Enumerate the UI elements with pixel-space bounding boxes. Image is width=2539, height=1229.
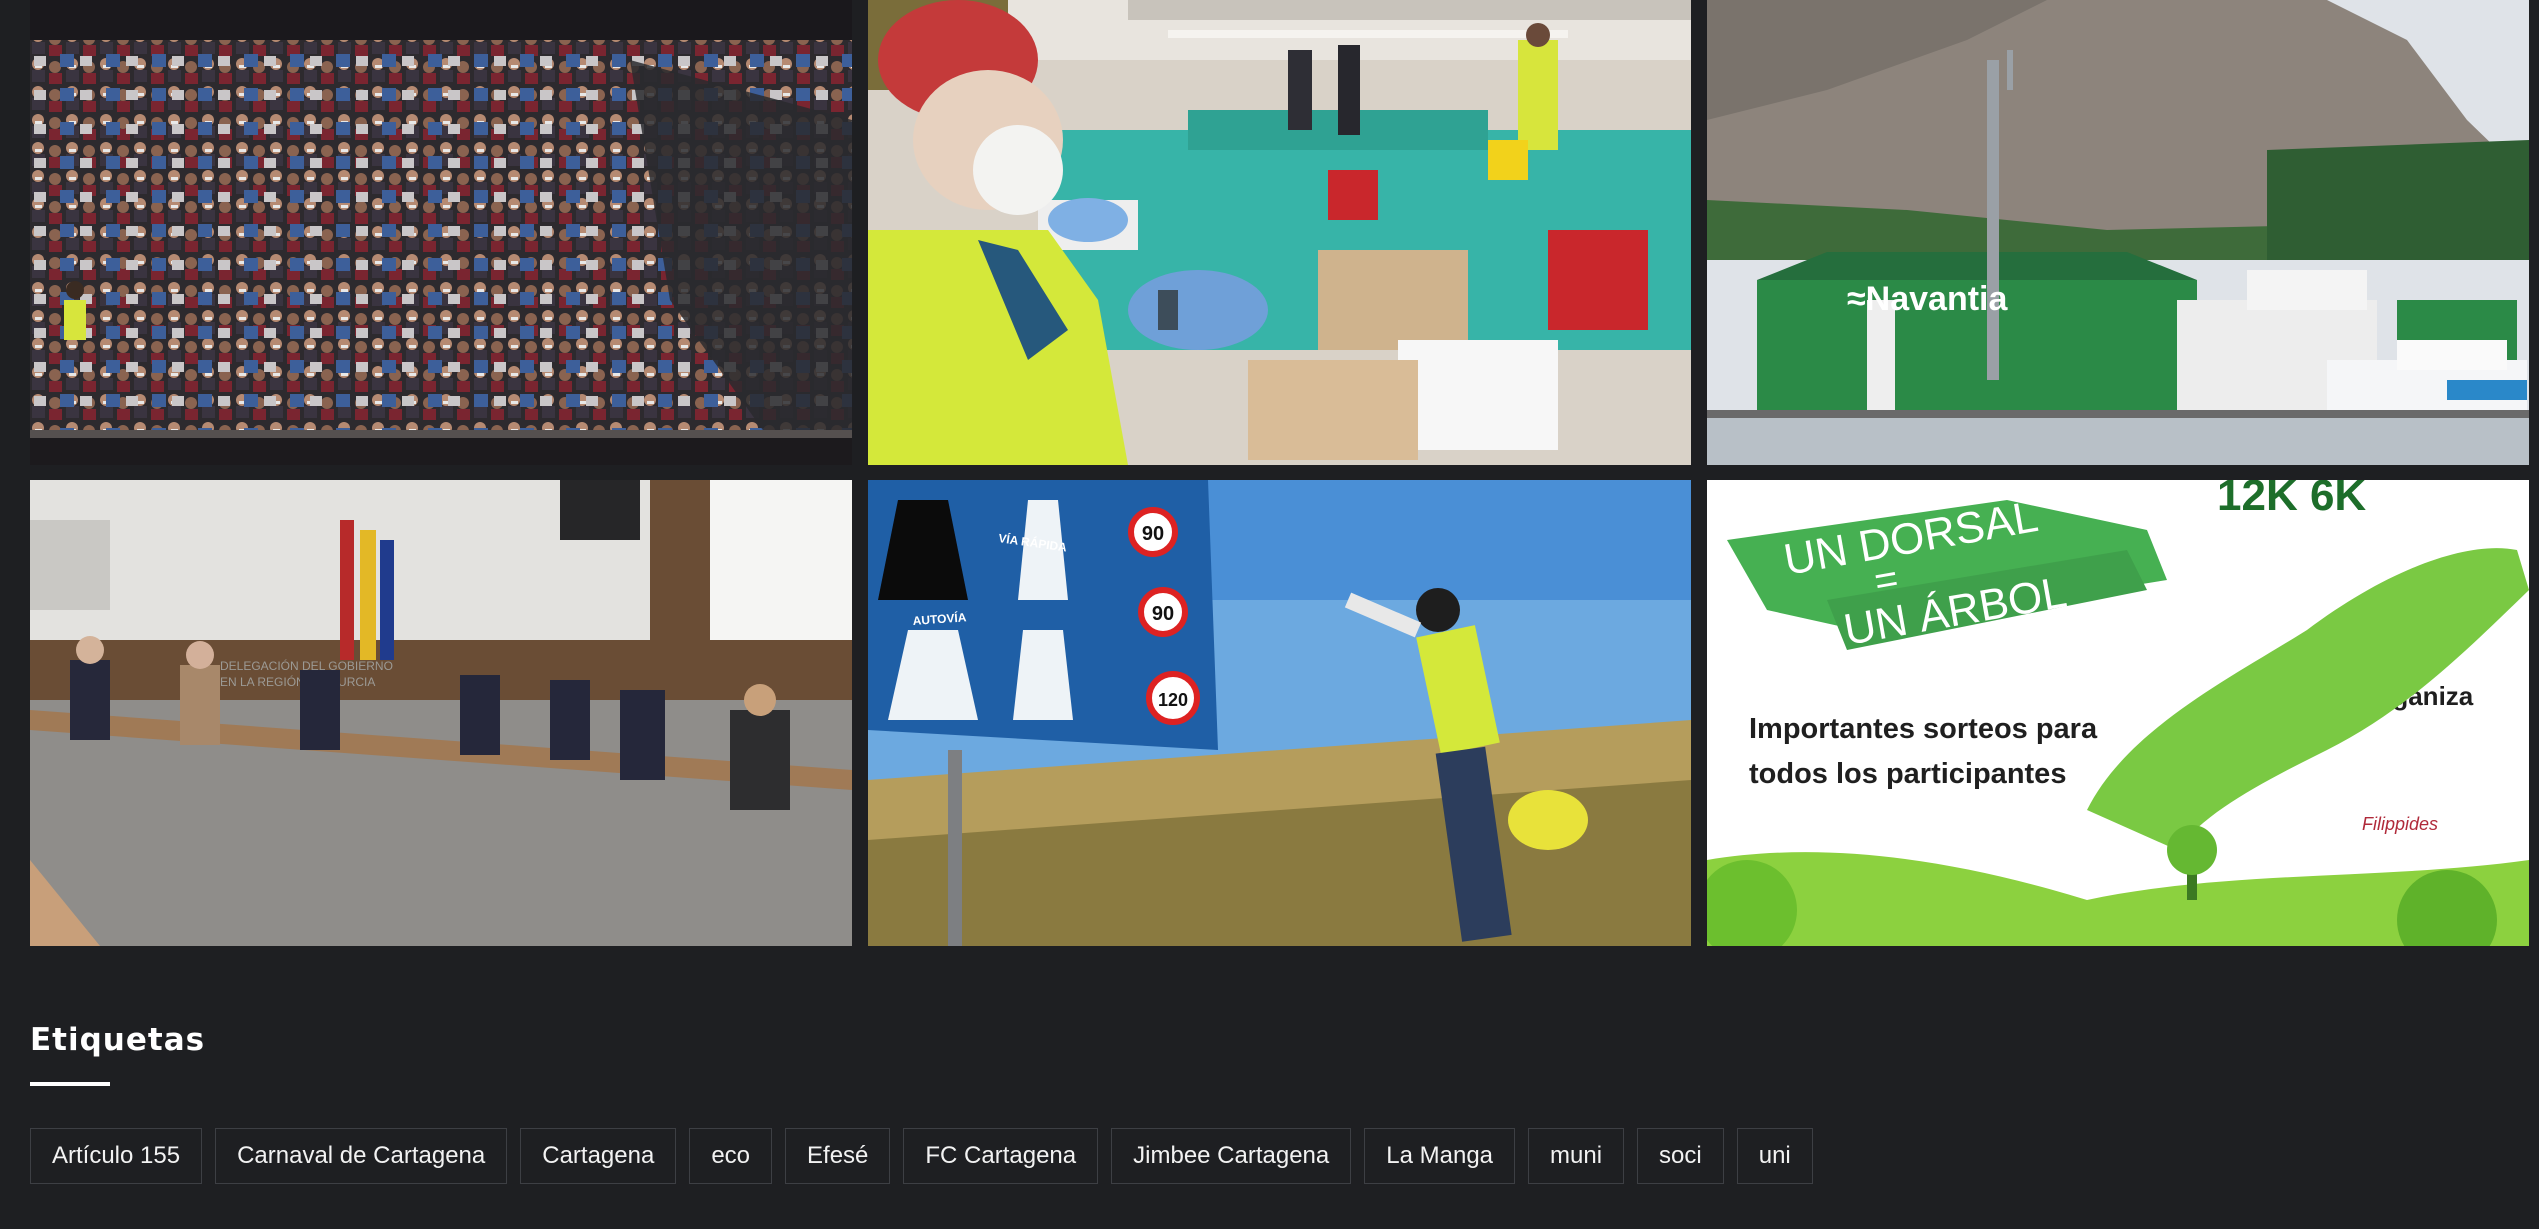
race-poster-image: UN DORSAL = UN ÁRBOL 12K 6K Importantes … xyxy=(1707,480,2529,946)
road-sign-image: 90 90 120 VÍA RÁPIDA AUTOVÍA xyxy=(868,480,1691,946)
gallery-item-race-poster[interactable]: UN DORSAL = UN ÁRBOL 12K 6K Importantes … xyxy=(1707,480,2529,946)
gallery-item-navantia[interactable]: ≈Navantia xyxy=(1707,0,2529,465)
gallery-item-crowd[interactable] xyxy=(30,0,852,465)
tags-title: Etiquetas xyxy=(30,1022,206,1058)
gallery-item-meeting[interactable]: DELEGACIÓN DEL GOBIERNO EN LA REGIÓN DE … xyxy=(30,480,852,946)
tag-link[interactable]: Jimbee Cartagena xyxy=(1111,1128,1352,1184)
vaccination-image xyxy=(868,0,1691,465)
poster-organizer-name: Filippides xyxy=(2362,814,2438,834)
navantia-sign-text: ≈Navantia xyxy=(1847,280,2008,318)
tags-title-underline xyxy=(30,1082,110,1086)
tag-link[interactable]: eco xyxy=(689,1128,773,1184)
tag-link[interactable]: muni xyxy=(1528,1128,1625,1184)
tag-link[interactable]: soci xyxy=(1637,1128,1724,1184)
tags-section: Etiquetas Artículo 155 Carnaval de Carta… xyxy=(30,1010,2510,1184)
speed-sign-90-b: 90 xyxy=(1152,603,1174,625)
official-meeting-image: DELEGACIÓN DEL GOBIERNO EN LA REGIÓN DE … xyxy=(30,480,852,946)
page: ≈Navantia DELEGACIÓN DEL GOBIERNO EN LA … xyxy=(0,0,2539,1229)
photo-gallery: ≈Navantia DELEGACIÓN DEL GOBIERNO EN LA … xyxy=(30,0,2530,946)
tag-list: Artículo 155 Carnaval de Cartagena Carta… xyxy=(30,1128,2510,1184)
tag-link[interactable]: La Manga xyxy=(1364,1128,1516,1184)
tag-link[interactable]: uni xyxy=(1736,1128,1813,1184)
gallery-item-vaccination[interactable] xyxy=(868,0,1691,465)
tag-link[interactable]: Efesé xyxy=(785,1128,891,1184)
poster-raffle-line-1: Importantes sorteos para xyxy=(1749,713,2098,745)
speed-sign-90-a: 90 xyxy=(1142,523,1164,545)
gallery-item-roadsign[interactable]: 90 90 120 VÍA RÁPIDA AUTOVÍA xyxy=(868,480,1691,946)
poster-raffle-line-2: todos los participantes xyxy=(1749,758,2066,790)
tag-link[interactable]: FC Cartagena xyxy=(903,1128,1099,1184)
tag-link[interactable]: Artículo 155 xyxy=(30,1128,203,1184)
tag-link[interactable]: Carnaval de Cartagena xyxy=(215,1128,508,1184)
crowd-stands-image xyxy=(30,0,852,465)
poster-distance-text: 12K 6K xyxy=(2217,480,2366,520)
meeting-wall-text-2: EN LA REGIÓN DE MURCIA xyxy=(220,674,375,689)
speed-sign-120: 120 xyxy=(1158,690,1188,710)
navantia-shipyard-image: ≈Navantia xyxy=(1707,0,2529,465)
tag-link[interactable]: Cartagena xyxy=(520,1128,677,1184)
